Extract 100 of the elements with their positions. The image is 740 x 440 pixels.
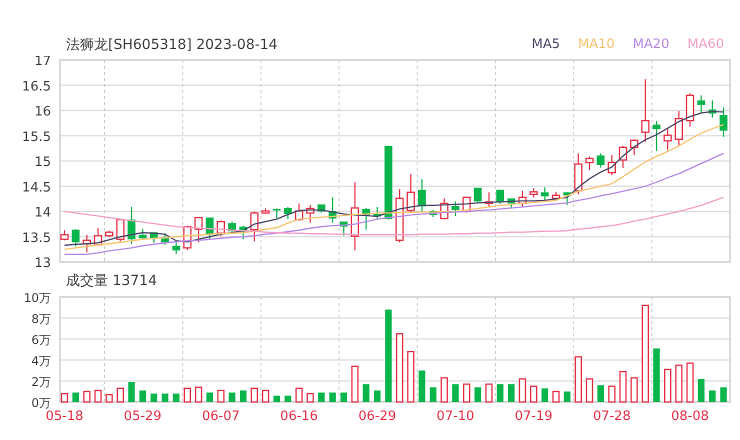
volume-bar: [340, 392, 348, 402]
legend-label: MA10: [578, 36, 615, 54]
candlestick: [250, 212, 259, 242]
candlestick: [507, 198, 516, 208]
volume-bar: [150, 394, 158, 402]
volume-bar: [262, 390, 270, 403]
axis-label: 07-19: [514, 409, 553, 424]
candlestick: [697, 95, 706, 114]
candlestick: [664, 128, 672, 150]
candlestick: [284, 206, 292, 220]
candlestick: [272, 208, 281, 218]
candlestick: [206, 216, 214, 239]
candlestick: [440, 198, 448, 220]
volume-bar: [552, 390, 560, 403]
candlestick: [518, 190, 527, 207]
axis-label: 6万: [31, 333, 51, 347]
volume-bar: [474, 387, 482, 402]
candlestick: [452, 201, 460, 216]
volume-bar: [362, 384, 370, 402]
candlestick: [228, 222, 236, 234]
volume-bar: [351, 366, 359, 403]
candlestick: [395, 189, 404, 242]
candlestick: [474, 187, 482, 204]
candlestick: [608, 154, 616, 176]
volume-bar: [452, 384, 459, 402]
axis-label: 14: [34, 206, 51, 220]
volume-bar: [518, 378, 526, 403]
volume-bar: [273, 396, 280, 402]
candlestick: [328, 197, 336, 223]
volume-bar: [184, 388, 192, 403]
volume-bar: [374, 390, 381, 402]
candlestick: [105, 230, 114, 238]
candlestick: [652, 121, 660, 151]
volume-bar: [128, 382, 135, 402]
candlestick: [60, 230, 69, 240]
axis-label: 13.5: [22, 230, 51, 246]
volume-bar: [106, 394, 113, 403]
candlestick: [406, 174, 415, 212]
axis-label: 05-18: [46, 409, 84, 424]
candlestick: [630, 139, 638, 155]
volume-bar: [664, 368, 672, 403]
volume-bar: [83, 390, 90, 403]
volume-bar: [306, 392, 314, 403]
axis-label: 06-29: [358, 409, 396, 424]
candlestick: [340, 221, 348, 236]
axis-label: 10万: [24, 292, 51, 305]
candlestick: [294, 203, 304, 221]
volume-bar: [530, 386, 538, 403]
axis-label: 15.5: [22, 130, 51, 145]
chart-title: 法狮龙[SH605318] 2023-08-14: [66, 36, 278, 54]
volume-bar: [116, 388, 124, 403]
chart-title: 成交量 13714: [66, 272, 157, 290]
volume-bar: [172, 394, 180, 402]
volume-bar: [94, 390, 102, 403]
volume-bar: [162, 394, 168, 402]
candlestick: [128, 206, 136, 244]
candlestick: [216, 220, 226, 236]
axis-label: 4万: [31, 354, 51, 368]
volume-bar: [396, 333, 404, 403]
axis-label: 0万: [31, 396, 51, 410]
volume-bar: [586, 378, 594, 403]
volume-bar: [228, 392, 236, 402]
candlestick: [618, 146, 628, 168]
candlestick: [138, 229, 147, 240]
volume-bar: [508, 384, 515, 402]
candlestick: [172, 240, 180, 254]
volume-bar: [206, 392, 213, 402]
volume-bar: [608, 386, 616, 403]
candlestick: [641, 79, 650, 142]
legend-label: MA60: [687, 36, 724, 54]
candlestick: [708, 100, 716, 118]
axis-label: 14.5: [22, 180, 51, 196]
volume-bar: [686, 362, 694, 403]
axis-label: 08-08: [671, 409, 709, 424]
axis-label: 06-07: [202, 409, 240, 424]
candlestick: [239, 226, 248, 240]
candlestick: [306, 204, 314, 223]
axis-label: 2万: [31, 375, 51, 389]
candlestick: [686, 93, 694, 127]
volume-bar: [709, 390, 716, 402]
candlestick: [418, 179, 426, 212]
volume-bar: [630, 377, 638, 403]
volume-bar: [564, 392, 570, 402]
candlestick: [574, 153, 582, 194]
candlestick: [585, 156, 594, 170]
axis-label: 07-10: [436, 409, 474, 424]
volume-bar: [574, 356, 582, 403]
candlestick: [261, 208, 270, 214]
candlestick: [362, 208, 370, 230]
candlestick: [116, 218, 124, 242]
volume-bar: [462, 384, 470, 403]
candlestick: [373, 206, 382, 220]
candlestick: [350, 182, 360, 250]
volume-bar: [698, 378, 704, 402]
axis-label: 07-28: [592, 409, 631, 424]
volume-bar: [485, 384, 493, 403]
candlestick: [596, 153, 605, 168]
volume-bar: [284, 396, 292, 402]
candlestick: [72, 229, 80, 246]
volume-bar: [597, 385, 604, 402]
